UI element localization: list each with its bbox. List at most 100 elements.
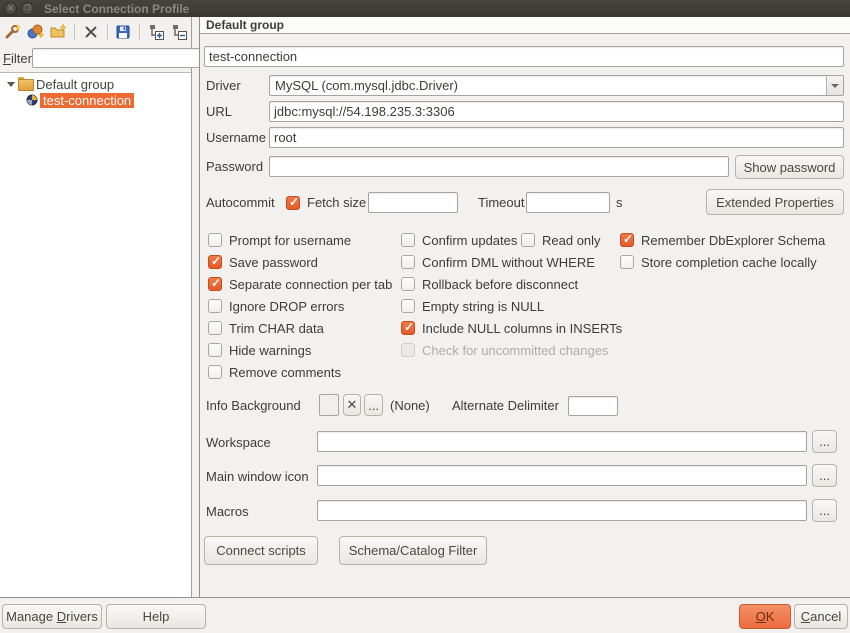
tree-profile-label[interactable]: test-connection bbox=[40, 93, 134, 108]
checkbox-label: Check for uncommitted changes bbox=[422, 343, 608, 358]
checkbox-box[interactable] bbox=[286, 196, 300, 210]
checkbox-confirm-dml-without-where[interactable]: Confirm DML without WHERE bbox=[401, 251, 622, 273]
checkbox-column-1: Prompt for username Save password Separa… bbox=[208, 229, 392, 383]
profile-tree[interactable]: Default group test-connection bbox=[0, 72, 191, 597]
checkbox-box[interactable] bbox=[401, 321, 415, 335]
folder-icon bbox=[18, 79, 32, 89]
password-label: Password bbox=[206, 156, 263, 177]
macros-input[interactable] bbox=[317, 500, 807, 521]
password-input[interactable] bbox=[269, 156, 729, 177]
checkbox-store-completion-cache-locally[interactable]: Store completion cache locally bbox=[620, 251, 825, 273]
checkbox-save-password[interactable]: Save password bbox=[208, 251, 392, 273]
extended-properties-button[interactable]: Extended Properties bbox=[706, 189, 844, 215]
checkbox-empty-string-is-null[interactable]: Empty string is NULL bbox=[401, 295, 622, 317]
close-window-button[interactable]: ✕ bbox=[4, 2, 17, 15]
checkbox-box bbox=[401, 343, 415, 357]
expander-icon[interactable] bbox=[7, 82, 15, 87]
help-button[interactable]: Help bbox=[106, 604, 206, 629]
url-input[interactable] bbox=[269, 101, 844, 122]
checkbox-box[interactable] bbox=[401, 255, 415, 269]
info-background-clear-button[interactable]: ✕ bbox=[343, 394, 361, 416]
profile-name-input[interactable] bbox=[204, 46, 844, 67]
tree-profile-row[interactable]: test-connection bbox=[0, 92, 191, 108]
ok-button[interactable]: OK bbox=[739, 604, 791, 629]
profile-tree-panel: Filter Default group test-connection bbox=[0, 17, 192, 597]
filter-input[interactable] bbox=[32, 48, 218, 68]
show-password-button[interactable]: Show password bbox=[735, 155, 844, 179]
checkbox-remove-comments[interactable]: Remove comments bbox=[208, 361, 392, 383]
connect-scripts-button[interactable]: Connect scripts bbox=[204, 536, 318, 565]
checkbox-read-only[interactable]: Read only bbox=[521, 229, 601, 251]
expand-all-button[interactable] bbox=[147, 22, 165, 42]
info-background-none-value: (None) bbox=[390, 394, 430, 418]
copy-profile-button[interactable] bbox=[26, 22, 44, 42]
profile-editor-panel: Default group Driver MySQL (com.mysql.jd… bbox=[199, 17, 850, 597]
username-input[interactable] bbox=[269, 127, 844, 148]
checkbox-label: Confirm updates bbox=[422, 233, 517, 248]
checkbox-box[interactable] bbox=[208, 321, 222, 335]
delete-x-icon bbox=[83, 24, 99, 40]
tree-group-row[interactable]: Default group bbox=[0, 76, 191, 92]
checkbox-confirm-updates[interactable]: Confirm updates bbox=[401, 229, 521, 251]
checkbox-label: Include NULL columns in INSERTs bbox=[422, 321, 622, 336]
manage-drivers-button[interactable]: Manage Drivers bbox=[2, 604, 102, 629]
info-background-label: Info Background bbox=[206, 394, 301, 418]
main-window-icon-browse-button[interactable]: ... bbox=[812, 464, 837, 487]
checkbox-box[interactable] bbox=[620, 233, 634, 247]
checkbox-prompt-for-username[interactable]: Prompt for username bbox=[208, 229, 392, 251]
checkbox-box[interactable] bbox=[208, 343, 222, 357]
checkbox-ignore-drop-errors[interactable]: Ignore DROP errors bbox=[208, 295, 392, 317]
driver-select[interactable]: MySQL (com.mysql.jdbc.Driver) bbox=[269, 75, 844, 96]
dropdown-button[interactable] bbox=[826, 76, 843, 95]
workspace-browse-button[interactable]: ... bbox=[812, 430, 837, 453]
schema-catalog-filter-button[interactable]: Schema/Catalog Filter bbox=[339, 536, 487, 565]
collapse-tree-icon bbox=[170, 23, 188, 41]
alternate-delimiter-input[interactable] bbox=[568, 396, 618, 416]
checkbox-box[interactable] bbox=[401, 277, 415, 291]
delete-profile-button[interactable] bbox=[82, 22, 100, 42]
autocommit-label: Autocommit bbox=[206, 192, 275, 213]
group-header: Default group bbox=[200, 17, 850, 34]
main-window-icon-input[interactable] bbox=[317, 465, 807, 486]
checkbox-rollback-before-disconnect[interactable]: Rollback before disconnect bbox=[401, 273, 622, 295]
toolbar-separator bbox=[74, 24, 75, 40]
username-label: Username bbox=[206, 127, 266, 148]
new-folder-icon bbox=[49, 23, 67, 41]
checkbox-box[interactable] bbox=[208, 299, 222, 313]
checkbox-hide-warnings[interactable]: Hide warnings bbox=[208, 339, 392, 361]
cancel-button[interactable]: Cancel bbox=[794, 604, 848, 629]
checkbox-box[interactable] bbox=[208, 277, 222, 291]
checkbox-box[interactable] bbox=[208, 233, 222, 247]
timeout-input[interactable] bbox=[526, 192, 610, 213]
checkbox-label: Separate connection per tab bbox=[229, 277, 392, 292]
filter-label: Filter bbox=[3, 51, 32, 66]
url-label: URL bbox=[206, 101, 232, 122]
info-background-swatch[interactable] bbox=[319, 394, 339, 416]
checkbox-column-3: Remember DbExplorer Schema Store complet… bbox=[620, 229, 825, 273]
checkbox-box[interactable] bbox=[208, 255, 222, 269]
checkbox-box[interactable] bbox=[208, 365, 222, 379]
checkbox-trim-char-data[interactable]: Trim CHAR data bbox=[208, 317, 392, 339]
checkbox-label: Ignore DROP errors bbox=[229, 299, 344, 314]
checkbox-box[interactable] bbox=[401, 299, 415, 313]
restore-window-button[interactable]: ❐ bbox=[21, 2, 34, 15]
new-group-button[interactable] bbox=[49, 22, 67, 42]
checkbox-label: Trim CHAR data bbox=[229, 321, 324, 336]
chevron-down-icon bbox=[831, 84, 839, 88]
fetch-size-input[interactable] bbox=[368, 192, 458, 213]
checkbox-box[interactable] bbox=[521, 233, 535, 247]
checkbox-box[interactable] bbox=[620, 255, 634, 269]
collapse-all-button[interactable] bbox=[170, 22, 188, 42]
save-profiles-button[interactable] bbox=[114, 22, 132, 42]
checkbox-include-null-columns-in-inserts[interactable]: Include NULL columns in INSERTs bbox=[401, 317, 622, 339]
checkbox-separate-connection-per-tab[interactable]: Separate connection per tab bbox=[208, 273, 392, 295]
tree-group-label[interactable]: Default group bbox=[36, 77, 114, 92]
checkbox-box[interactable] bbox=[401, 233, 415, 247]
workspace-input[interactable] bbox=[317, 431, 807, 452]
new-profile-button[interactable] bbox=[3, 22, 21, 42]
macros-browse-button[interactable]: ... bbox=[812, 499, 837, 522]
checkbox-remember-dbexplorer-schema[interactable]: Remember DbExplorer Schema bbox=[620, 229, 825, 251]
info-background-pick-button[interactable]: ... bbox=[364, 394, 383, 416]
autocommit-checkbox[interactable] bbox=[286, 192, 300, 213]
window-title: Select Connection Profile bbox=[44, 2, 189, 16]
